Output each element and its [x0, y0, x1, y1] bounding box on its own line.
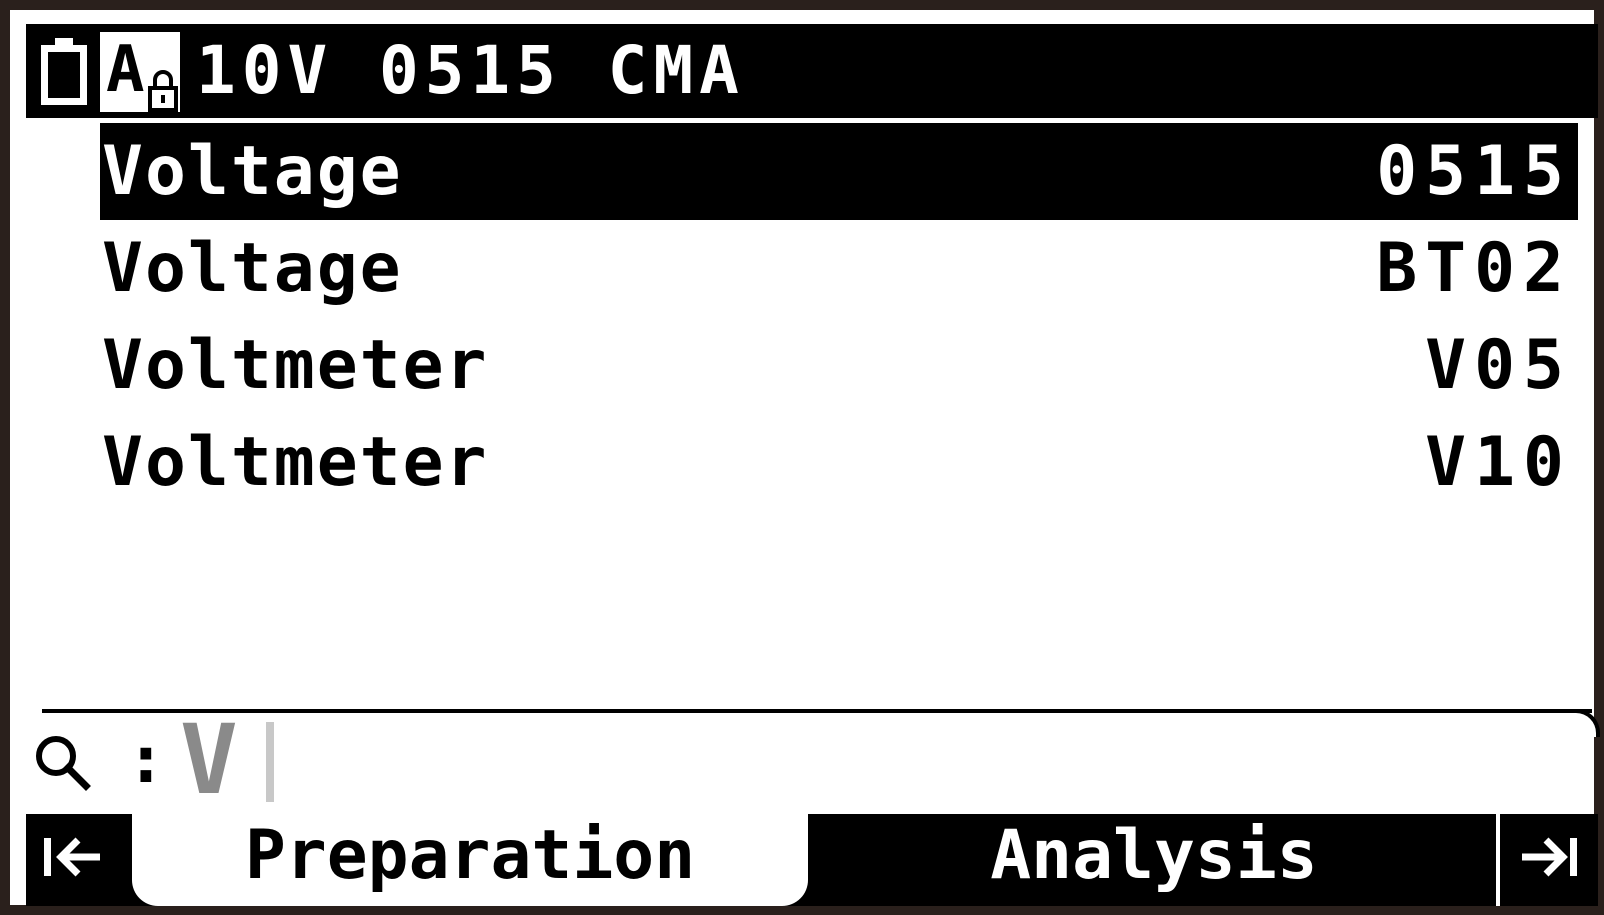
search-icon — [36, 736, 91, 791]
search-input[interactable]: V — [180, 712, 238, 808]
list-item[interactable]: Voltage BT02 — [100, 220, 1578, 317]
tab-preparation-label: Preparation — [244, 816, 696, 895]
tab-preparation[interactable]: Preparation — [132, 814, 808, 906]
first-page-button[interactable] — [26, 814, 132, 906]
keypad-lock-icon: A — [100, 32, 180, 112]
list-item-code: 0515 — [1376, 132, 1572, 211]
battery-icon — [41, 38, 87, 105]
lock-letter: A — [106, 33, 145, 107]
last-page-icon — [1522, 837, 1577, 877]
device-screen: A 10V 0515 CMA Voltage 0515 Voltage BT02… — [0, 0, 1604, 915]
tab-analysis[interactable]: Analysis — [812, 814, 1496, 906]
tab-bar: Preparation Analysis — [26, 814, 1598, 906]
result-list: Voltage 0515 Voltage BT02 Voltmeter V05 … — [100, 123, 1578, 511]
list-item-code: V05 — [1425, 326, 1572, 405]
list-item[interactable]: Voltmeter V10 — [100, 414, 1578, 511]
text-cursor — [266, 722, 274, 802]
list-item[interactable]: Voltage 0515 — [100, 123, 1578, 220]
list-item[interactable]: Voltmeter V05 — [100, 317, 1578, 414]
search-field[interactable]: : V — [30, 712, 1590, 808]
status-header: A 10V 0515 CMA — [26, 24, 1598, 118]
list-item-label: Voltmeter — [102, 423, 489, 502]
list-item-code: BT02 — [1376, 229, 1572, 308]
last-page-button[interactable] — [1500, 814, 1598, 906]
first-page-icon — [44, 837, 100, 877]
list-item-code: V10 — [1425, 423, 1572, 502]
tab-analysis-label: Analysis — [990, 816, 1318, 895]
list-item-label: Voltmeter — [102, 326, 489, 405]
list-item-label: Voltage — [102, 229, 403, 308]
header-title: 10V 0515 CMA — [196, 32, 745, 109]
search-divider — [42, 709, 1592, 713]
search-separator: : — [126, 721, 166, 798]
list-item-label: Voltage — [102, 132, 403, 211]
